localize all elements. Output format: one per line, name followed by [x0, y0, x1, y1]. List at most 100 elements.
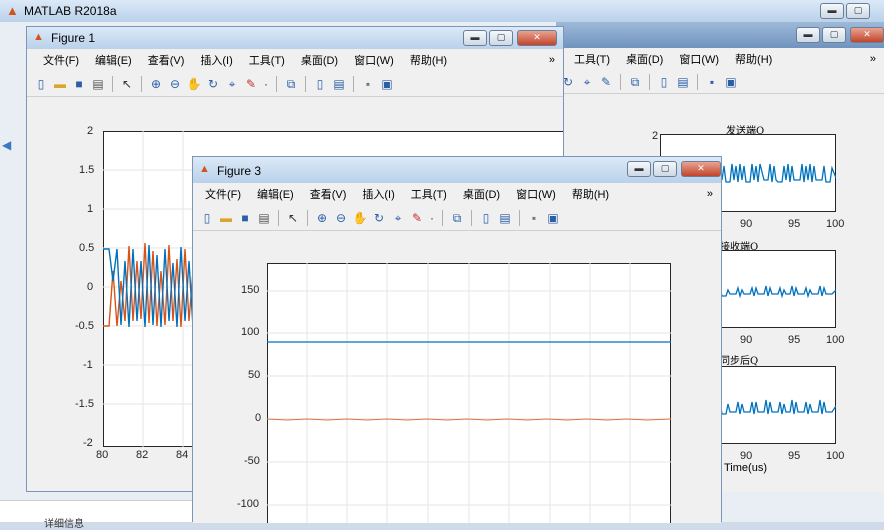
toolbar-separator — [278, 209, 279, 226]
colorbar-icon[interactable]: ▯ — [656, 74, 672, 90]
subplot1-xtick-90: 90 — [740, 218, 753, 230]
zoom-in-icon[interactable]: ⊕ — [314, 210, 330, 226]
colorbar-icon[interactable]: ▯ — [312, 76, 328, 92]
figure2-maximize-button[interactable]: ▢ — [822, 27, 846, 43]
toolbar-separator — [353, 75, 354, 92]
main-maximize-button[interactable]: ▢ — [846, 3, 870, 19]
pan-hand-icon[interactable]: ✋ — [352, 210, 368, 226]
legend-icon[interactable]: ▤ — [497, 210, 513, 226]
figure1-menu-tools[interactable]: 工具(T) — [241, 52, 293, 68]
figure1-menu-insert[interactable]: 插入(I) — [192, 52, 240, 68]
legend-icon[interactable]: ▤ — [675, 74, 691, 90]
new-figure-icon[interactable]: ▯ — [199, 210, 215, 226]
zoom-out-icon[interactable]: ⊖ — [167, 76, 183, 92]
main-window-title: MATLAB R2018a — [24, 4, 117, 18]
data-cursor-icon[interactable]: ⌖ — [390, 210, 406, 226]
figure3-menu-edit[interactable]: 编辑(E) — [249, 186, 302, 202]
status-text: 详细信息 — [44, 519, 84, 530]
figure3-menu-help[interactable]: 帮助(H) — [564, 186, 617, 202]
hide-plot-tools-icon[interactable]: ▪ — [704, 74, 720, 90]
toolbar-separator — [620, 73, 621, 90]
figure1-menu-edit[interactable]: 编辑(E) — [87, 52, 140, 68]
figure3-menu-tools[interactable]: 工具(T) — [403, 186, 455, 202]
brush-icon[interactable]: ✎ — [409, 210, 425, 226]
colorbar-icon[interactable]: ▯ — [478, 210, 494, 226]
main-minimize-button[interactable]: ▬ — [820, 3, 844, 19]
figure3-menu-window[interactable]: 窗口(W) — [508, 186, 564, 202]
figure2-toolbar: ↻ ⌖ ✎ ⧉ ▯ ▤ ▪ ▣ — [556, 70, 884, 94]
toolbar-separator — [305, 75, 306, 92]
new-figure-icon[interactable]: ▯ — [33, 76, 49, 92]
figure1-menu-view[interactable]: 查看(V) — [140, 52, 193, 68]
save-icon[interactable]: ■ — [237, 210, 253, 226]
brush-icon[interactable]: ✎ — [598, 74, 614, 90]
brush-dropdown-icon[interactable]: · — [428, 210, 436, 226]
figure3-ytick-100: 100 — [241, 326, 260, 338]
toolbar-separator — [519, 209, 520, 226]
figure3-menu-more-icon[interactable]: » — [699, 188, 721, 200]
figure1-maximize-button[interactable]: ▢ — [489, 30, 513, 46]
figure1-titlebar: ▲ Figure 1 ▬ ▢ ✕ — [27, 27, 563, 49]
data-cursor-icon[interactable]: ⌖ — [579, 74, 595, 90]
figure3-minimize-button[interactable]: ▬ — [627, 161, 651, 177]
figure1-menu-desktop[interactable]: 桌面(D) — [293, 52, 346, 68]
zoom-out-icon[interactable]: ⊖ — [333, 210, 349, 226]
figure2-minimize-button[interactable]: ▬ — [796, 27, 820, 43]
link-plot-icon[interactable]: ⧉ — [283, 76, 299, 92]
figure2-menu-window[interactable]: 窗口(W) — [671, 51, 727, 67]
open-file-icon[interactable]: ▬ — [52, 76, 68, 92]
figure1-close-button[interactable]: ✕ — [517, 30, 557, 46]
figure2-close-button[interactable]: ✕ — [850, 27, 884, 43]
figure3-menu-file[interactable]: 文件(F) — [197, 186, 249, 202]
toolbar-separator — [141, 75, 142, 92]
figure3-menu-desktop[interactable]: 桌面(D) — [455, 186, 508, 202]
figure2-menu-tools[interactable]: 工具(T) — [556, 51, 618, 67]
back-arrow-icon[interactable]: ◀ — [2, 138, 11, 152]
figure1-menu-more-icon[interactable]: » — [541, 54, 563, 66]
link-plot-icon[interactable]: ⧉ — [627, 74, 643, 90]
print-icon[interactable]: ▤ — [90, 76, 106, 92]
figure3-close-button[interactable]: ✕ — [681, 161, 721, 177]
figure1-matlab-icon: ▲ — [33, 31, 44, 43]
figure3-menu-insert[interactable]: 插入(I) — [354, 186, 402, 202]
figure1-menubar: 文件(F) 编辑(E) 查看(V) 插入(I) 工具(T) 桌面(D) 窗口(W… — [27, 49, 563, 71]
hide-plot-tools-icon[interactable]: ▪ — [526, 210, 542, 226]
figure1-menu-help[interactable]: 帮助(H) — [402, 52, 455, 68]
toolbar-separator — [697, 73, 698, 90]
figure1-menu-file[interactable]: 文件(F) — [35, 52, 87, 68]
subplot1-xtick-95: 95 — [788, 218, 801, 230]
figure3-maximize-button[interactable]: ▢ — [653, 161, 677, 177]
figure3-ytick-50: 50 — [248, 369, 261, 381]
figure3-toolbar: ▯ ▬ ■ ▤ ↖ ⊕ ⊖ ✋ ↻ ⌖ ✎ · ⧉ ▯ ▤ ▪ ▣ — [193, 205, 721, 231]
open-file-icon[interactable]: ▬ — [218, 210, 234, 226]
zoom-in-icon[interactable]: ⊕ — [148, 76, 164, 92]
link-plot-icon[interactable]: ⧉ — [449, 210, 465, 226]
edit-plot-arrow-icon[interactable]: ↖ — [285, 210, 301, 226]
print-icon[interactable]: ▤ — [256, 210, 272, 226]
figure1-ytick--1.5: -1.5 — [75, 398, 94, 410]
data-cursor-icon[interactable]: ⌖ — [224, 76, 240, 92]
figure3-matlab-icon: ▲ — [199, 163, 210, 175]
brush-icon[interactable]: ✎ — [243, 76, 259, 92]
show-plot-tools-icon[interactable]: ▣ — [545, 210, 561, 226]
save-icon[interactable]: ■ — [71, 76, 87, 92]
subplot3-xtick-95: 95 — [788, 450, 801, 462]
figure1-xtick-82: 82 — [136, 449, 149, 461]
subplot2-xtick-95: 95 — [788, 334, 801, 346]
show-plot-tools-icon[interactable]: ▣ — [723, 74, 739, 90]
figure2-menu-help[interactable]: 帮助(H) — [727, 51, 780, 67]
rotate3d-icon[interactable]: ↻ — [205, 76, 221, 92]
edit-plot-arrow-icon[interactable]: ↖ — [119, 76, 135, 92]
brush-dropdown-icon[interactable]: · — [262, 76, 270, 92]
legend-icon[interactable]: ▤ — [331, 76, 347, 92]
figure3-axes — [267, 263, 671, 523]
hide-plot-tools-icon[interactable]: ▪ — [360, 76, 376, 92]
figure1-minimize-button[interactable]: ▬ — [463, 30, 487, 46]
pan-hand-icon[interactable]: ✋ — [186, 76, 202, 92]
show-plot-tools-icon[interactable]: ▣ — [379, 76, 395, 92]
figure3-menu-view[interactable]: 查看(V) — [302, 186, 355, 202]
rotate3d-icon[interactable]: ↻ — [371, 210, 387, 226]
figure2-menu-more-icon[interactable]: » — [862, 53, 884, 65]
figure1-menu-window[interactable]: 窗口(W) — [346, 52, 402, 68]
figure2-menu-desktop[interactable]: 桌面(D) — [618, 51, 671, 67]
